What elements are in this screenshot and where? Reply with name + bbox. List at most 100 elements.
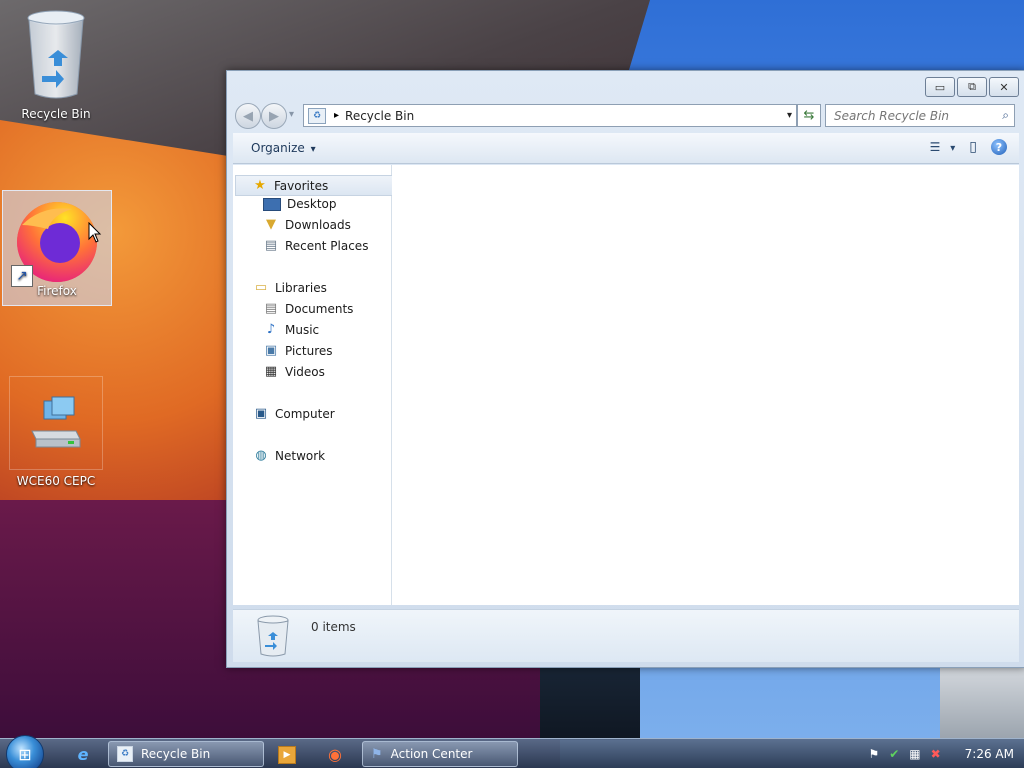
refresh-button[interactable]: ⇆	[797, 104, 821, 127]
shortcut-arrow-icon: ↗	[11, 265, 33, 287]
task-label: Action Center	[390, 747, 473, 761]
nav-item-label: Desktop	[287, 197, 337, 211]
nav-computer[interactable]: ▣ Computer	[253, 406, 335, 422]
computer-icon: ▣	[254, 406, 268, 421]
forward-button[interactable]: ▶	[261, 103, 287, 129]
nav-item-label: Documents	[285, 302, 354, 316]
taskbar: ⊞ e ♻ Recycle Bin ▶ ◉ ⚑ Action Center ⚑ …	[0, 735, 1024, 768]
wallpaper-building-far	[940, 660, 1024, 740]
nav-item-pictures[interactable]: ▣ Pictures	[263, 343, 333, 359]
help-icon: ?	[995, 140, 1003, 154]
search-box[interactable]: ⌕	[825, 104, 1015, 127]
close-icon: ✕	[999, 80, 1009, 94]
nav-item-music[interactable]: ♪ Music	[263, 322, 320, 338]
forward-arrow-icon: ▶	[269, 108, 279, 124]
videos-icon: ▦	[264, 364, 278, 379]
windows-logo-icon: ⊞	[18, 744, 32, 764]
recycle-bin-small-icon: ♻	[308, 107, 326, 124]
security-shield-icon[interactable]: ✔	[889, 747, 899, 761]
nav-item-videos[interactable]: ▦ Videos	[263, 364, 325, 380]
desktop-icon-firefox[interactable]: ↗ Firefox	[2, 190, 112, 306]
back-arrow-icon: ◀	[243, 108, 253, 124]
organize-label: Organize	[251, 141, 305, 155]
star-icon: ★	[254, 177, 266, 193]
volume-muted-icon[interactable]: ✖	[931, 747, 941, 761]
mouse-cursor-icon	[88, 222, 102, 243]
recycle-bin-small-icon: ♻	[117, 746, 133, 762]
search-icon[interactable]: ⌕	[1002, 108, 1009, 123]
navigation-bar: ◀ ▶ ▾ ♻ ▸ Recycle Bin ▾ ⇆ ⌕	[233, 101, 1019, 129]
music-icon: ♪	[266, 322, 276, 337]
preview-pane-icon: ▯	[969, 139, 977, 155]
nav-item-label: Downloads	[285, 218, 351, 232]
pictures-icon: ▣	[264, 343, 278, 358]
recycle-bin-icon	[27, 10, 85, 99]
media-player-icon[interactable]: ▶	[278, 746, 296, 764]
nav-item-label: Pictures	[285, 344, 333, 358]
desktop-icon-label: Recycle Bin	[21, 107, 91, 121]
nav-favorites-label: Favorites	[274, 178, 329, 193]
address-dropdown-icon[interactable]: ▾	[787, 110, 792, 121]
documents-icon: ▤	[264, 301, 278, 316]
close-button[interactable]: ✕	[989, 77, 1019, 97]
start-button[interactable]: ⊞	[6, 735, 44, 768]
firefox-taskbar-icon[interactable]: ◉	[324, 744, 346, 764]
nav-item-label: Music	[285, 323, 320, 337]
nav-item-downloads[interactable]: ▼ Downloads	[263, 217, 351, 233]
change-view-button[interactable]: ☰ ▾	[930, 140, 956, 154]
item-count: 0 items	[311, 620, 356, 634]
nav-network[interactable]: ◍ Network	[253, 448, 326, 464]
desktop-icon-wce60-cepc[interactable]	[9, 376, 103, 470]
maximize-icon: ⧉	[968, 80, 976, 93]
recycle-bin-icon	[257, 615, 289, 657]
network-tray-icon[interactable]: ▦	[909, 747, 920, 761]
explorer-window[interactable]: ▭ ⧉ ✕ ◀ ▶ ▾ ♻ ▸ Recycle Bin ▾ ⇆ ⌕ Organi…	[226, 70, 1024, 668]
nav-computer-label: Computer	[275, 407, 335, 421]
taskbar-clock[interactable]: 7:26 AM	[965, 747, 1014, 761]
command-bar: Organize ▾ ☰ ▾ ▯ ?	[233, 133, 1019, 164]
downloads-folder-icon: ▼	[266, 217, 276, 232]
address-bar[interactable]: ♻ ▸ Recycle Bin ▾	[303, 104, 797, 127]
desktop-folder-icon	[263, 197, 281, 211]
nav-favorites[interactable]: ★ Favorites	[235, 175, 401, 196]
nav-item-desktop[interactable]: Desktop	[263, 197, 337, 211]
file-list-area[interactable]	[392, 165, 1019, 605]
recent-places-icon: ▤	[264, 238, 278, 253]
taskbar-button-action-center[interactable]: ⚑ Action Center	[362, 741, 518, 767]
nav-item-documents[interactable]: ▤ Documents	[263, 301, 354, 317]
taskbar-button-recycle-bin[interactable]: ♻ Recycle Bin	[108, 741, 264, 767]
back-button[interactable]: ◀	[235, 103, 261, 129]
refresh-icon: ⇆	[803, 108, 815, 123]
window-controls: ▭ ⧉ ✕	[925, 77, 1019, 97]
minimize-button[interactable]: ▭	[925, 77, 955, 97]
nav-libraries-label: Libraries	[275, 281, 327, 295]
nav-libraries[interactable]: ▭ Libraries	[253, 280, 327, 296]
breadcrumb-separator-icon[interactable]: ▸	[334, 110, 339, 121]
desktop-icon-recycle-bin[interactable]: Recycle Bin	[8, 6, 104, 121]
view-options-icon: ☰	[929, 140, 941, 154]
organize-button[interactable]: Organize ▾	[251, 141, 316, 155]
action-center-flag-icon: ⚑	[371, 746, 383, 762]
nav-item-recent-places[interactable]: ▤ Recent Places	[263, 238, 369, 254]
details-pane: 0 items	[233, 609, 1019, 662]
internet-explorer-icon[interactable]: e	[72, 744, 94, 764]
breadcrumb-recycle-bin[interactable]: Recycle Bin	[345, 109, 414, 123]
search-input[interactable]	[832, 107, 996, 124]
task-label: Recycle Bin	[141, 747, 211, 761]
system-tray: ⚑ ✔ ▦ ✖ 7:26 AM	[868, 739, 1024, 768]
minimize-icon: ▭	[934, 80, 946, 94]
nav-item-label: Recent Places	[285, 239, 369, 253]
help-button[interactable]: ?	[991, 139, 1007, 155]
action-center-tray-icon[interactable]: ⚑	[868, 747, 879, 761]
nav-network-label: Network	[275, 449, 326, 463]
preview-pane-button[interactable]: ▯	[969, 139, 977, 155]
nav-item-label: Videos	[285, 365, 325, 379]
recent-pages-button[interactable]: ▾	[289, 109, 294, 120]
network-icon: ◍	[255, 448, 267, 463]
network-drive-icon	[31, 396, 81, 448]
libraries-folder-icon: ▭	[254, 280, 268, 295]
desktop-icon-label: WCE60 CEPC	[16, 474, 96, 488]
maximize-button[interactable]: ⧉	[957, 77, 987, 97]
navigation-pane: ★ Favorites Desktop ▼ Downloads ▤ Recent…	[233, 165, 401, 605]
chevron-down-icon: ▾	[310, 144, 316, 155]
